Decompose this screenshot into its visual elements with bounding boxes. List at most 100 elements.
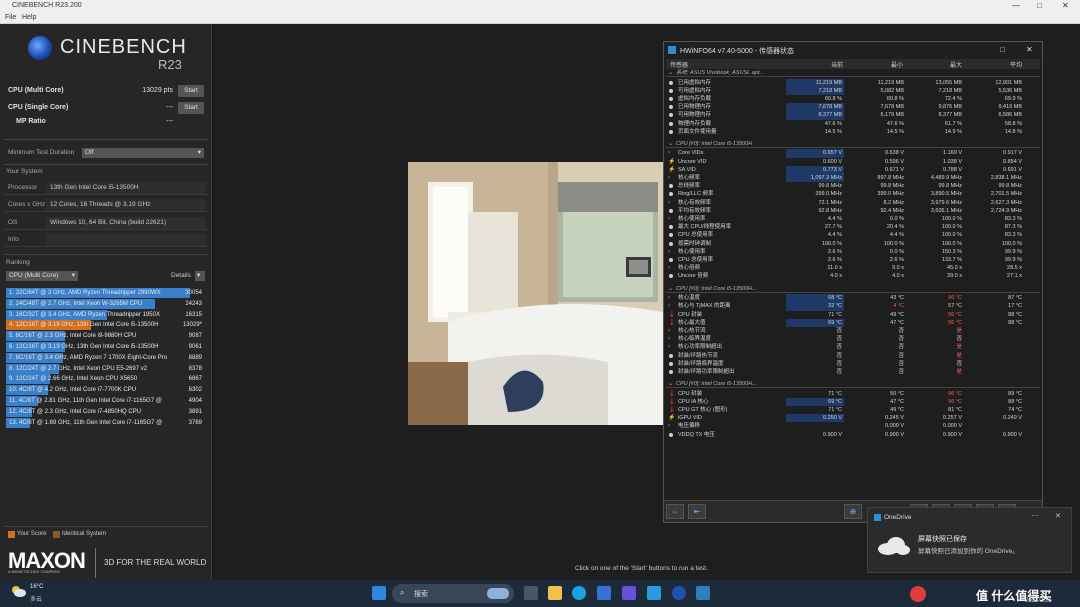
sensor-row[interactable]: 🌡 CPU IA 核心 69 °C 47 °C 96 °C 88 °C [666,397,1040,406]
sensor-row[interactable]: › 核心热节流 否 否 是 [666,327,1040,335]
sensor-row[interactable]: Ring/LLC 频率 399.0 MHz 399.0 MHz 3,890.5 MHz… [666,190,1040,198]
sensor-row[interactable]: 封装/环路热节流 否 否 是 [666,352,1040,360]
sensor-row[interactable]: 物理内存负载 47.6 % 47.6 % 61.7 % 58.8 % [666,120,1040,128]
sensor-row[interactable]: › 电压偏移 0.000 V 0.000 V [666,422,1040,430]
chevron-right-icon[interactable]: › [668,335,670,343]
app-icon[interactable] [622,586,636,600]
sensor-row[interactable]: 封装/环路临界温度 否 否 否 [666,360,1040,368]
sensor-row[interactable]: ⚡ SA VID 0.773 V 0.671 V 0.788 V 0.691 V [666,165,1040,174]
sensor-row[interactable]: › 核心功率限制超出 否 否 是 [666,343,1040,351]
chevron-right-icon[interactable]: › [668,302,670,310]
multi-core-start-button[interactable]: Start [178,85,204,97]
chevron-down-icon[interactable]: ⌄ [668,285,673,293]
cinebench-taskbar-icon[interactable] [672,586,686,600]
sensor-row[interactable]: 按需时钟调制 100.0 % 100.0 % 100.0 % 100.0 % [666,240,1040,248]
info-field[interactable] [46,234,206,246]
details-dropdown[interactable]: ▾ [195,271,205,281]
sensor-row[interactable]: ⚡ iGPU VID 0.250 V 0.245 V 0.257 V 0.249 V [666,414,1040,423]
ranking-row[interactable]: 5. 8C/16T @ 2.3 GHz, Intel Core i9-9880H… [6,331,204,342]
single-core-start-button[interactable]: Start [178,102,204,114]
col-max[interactable]: 最大 [950,60,962,69]
min-test-select[interactable]: Off ▾ [82,148,204,158]
sensor-row[interactable]: 已用虚拟内存 11,219 MB 11,219 MB 13,055 MB 12,001 … [666,78,1040,87]
taskbar-search[interactable]: ⌕ 搜索 [392,584,514,603]
sensor-row[interactable]: CPU 总使用率 2.6 % 2.6 % 133.7 % 99.9 % [666,256,1040,264]
menu-file[interactable]: File [5,14,16,21]
minimize-button[interactable]: — [1012,1,1020,10]
ranking-row[interactable]: 4. 12C/16T @ 3.19 GHz, 13th Gen Intel Co… [6,320,204,331]
ranking-row[interactable]: 9. 12C/24T @ 2.66 GHz, Intel Xeon CPU X5… [6,374,204,385]
sensor-row[interactable]: › Core VIDs 0.657 V 0.638 V 1.169 V 0.917 V [666,149,1040,158]
notification-close-icon[interactable]: ✕ [1055,512,1061,520]
edge-browser-icon[interactable] [572,586,586,600]
sensor-row[interactable]: › 核心使用率 2.6 % 0.0 % 150.3 % 99.9 % [666,248,1040,256]
sensor-row[interactable]: 页面文件使用量 14.5 % 14.5 % 14.9 % 14.8 % [666,128,1040,136]
sensor-row[interactable]: 封装/环路功率限制超出 否 否 是 [666,368,1040,376]
sensor-row[interactable]: 平均有效频率 92.8 MHz 92.4 MHz 3,605.1 MHz 2,724.9… [666,207,1040,215]
sensor-row[interactable]: 总线频率 99.8 MHz 99.8 MHz 99.8 MHz 99.8 MHz [666,182,1040,190]
chevron-right-icon[interactable]: › [668,422,670,430]
ranking-row[interactable]: 3. 16C/32T @ 3.4 GHz, AMD Ryzen Threadri… [6,309,204,320]
store-icon[interactable] [597,586,611,600]
onedrive-notification[interactable]: OneDrive ··· ✕ 屏幕快照已保存 屏幕快照已添加到你的 OneDri… [867,507,1072,573]
weather-cloudy-icon[interactable] [10,585,26,597]
sensor-row[interactable]: 🌡 CPU 封装 71 °C 50 °C 96 °C 89 °C [666,390,1040,398]
sensor-row[interactable]: › 核心有效频率 72.1 MHz 8.2 MHz 3,979.6 MHz 2,627.3… [666,199,1040,207]
chevron-right-icon[interactable]: › [668,174,670,182]
ranking-row[interactable]: 13. 4C/8T @ 1.69 GHz, 11th Gen Intel Cor… [6,417,204,428]
sensor-row[interactable]: 可用虚拟内存 7,218 MB 5,082 MB 7,218 MB 5,536 MB [666,86,1040,95]
sensor-row[interactable]: Uncore 倍频 4.0 x 4.0 x 39.0 x 27.1 x [666,272,1040,280]
ranking-row[interactable]: 8. 12C/24T @ 2.7 GHz, Intel Xeon CPU E5-… [6,363,204,374]
sensor-row[interactable]: 最大 CPU/线程使用率 27.7 % 20.4 % 100.0 % 87.3 % [666,223,1040,231]
col-current[interactable]: 当前 [831,60,843,69]
task-view-icon[interactable] [524,586,538,600]
ranking-row[interactable]: 2. 24C/48T @ 2.7 GHz, Intel Xeon W-3265M… [6,298,204,309]
more-options-icon[interactable]: ··· [1031,511,1039,520]
chevron-right-icon[interactable]: › [668,294,670,302]
chevron-right-icon[interactable]: › [668,149,670,157]
sensor-row[interactable]: 🌡 CPU GT 核心 (图形) 71 °C 49 °C 81 °C 74 °C [666,406,1040,414]
chevron-right-icon[interactable]: › [668,343,670,351]
sensor-row[interactable]: › 核心倍频 11.0 x 9.0 x 45.0 x 28.5 x [666,264,1040,272]
network-icon[interactable]: ⊕ [844,504,862,519]
sensor-row[interactable]: › 核心临界温度 否 否 否 [666,335,1040,343]
sensor-row[interactable]: › 核心温度 68 °C 43 °C 96 °C 87 °C [666,294,1040,303]
chevron-right-icon[interactable]: › [668,215,670,223]
sensor-row[interactable]: › 核心使用率 4.4 % 0.0 % 100.0 % 83.3 % [666,215,1040,223]
sensor-group[interactable]: ⌄ 系统: ASUS Vivobook_ASUSL apt... [666,69,1040,78]
file-explorer-icon[interactable] [548,586,562,600]
sensor-row[interactable]: 虚拟内存负载 60.8 % 60.8 % 72.4 % 69.9 % [666,95,1040,103]
hwinfo-maximize-button[interactable]: □ [1000,45,1005,54]
ranking-row[interactable]: 1. 32C/64T @ 3 GHz, AMD Ryzen Threadripp… [6,288,204,298]
sensor-group[interactable]: ⌄ CPU [#0]: Intel Core i5-13500H... [666,380,1040,389]
chevron-down-icon[interactable]: ⌄ [668,380,673,388]
close-button[interactable]: ✕ [1062,1,1069,10]
chevron-right-icon[interactable]: › [668,248,670,256]
hwinfo-close-button[interactable]: ✕ [1026,45,1033,54]
sensor-group[interactable]: ⌄ CPU [#0]: Intel Core i5-13500H [666,140,1040,149]
menu-help[interactable]: Help [22,14,36,21]
sensor-row[interactable]: 🌡 核心最大值 69 °C 47 °C 96 °C 88 °C [666,318,1040,327]
col-sensor[interactable]: 传感器 [670,60,688,69]
chevron-down-icon[interactable]: ⌄ [668,69,673,77]
details-label[interactable]: Details [171,272,191,279]
sensor-row[interactable]: VDDQ TX 电压 0.900 V 0.900 V 0.900 V 0.900 V [666,431,1040,439]
sensor-row[interactable]: 🌡 CPU 封装 71 °C 49 °C 96 °C 88 °C [666,311,1040,319]
ranking-row[interactable]: 10. 4C/8T @ 4.2 GHz, Intel Core i7-7700K… [6,385,204,396]
hwinfo-sensor-list[interactable]: ⌄ 系统: ASUS Vivobook_ASUSL apt... 已用虚拟内存 11,… [666,69,1040,499]
sensor-row[interactable]: ⚡ Uncore VID 0.600 V 0.596 V 1.038 V 0.854 V [666,158,1040,166]
sensor-group[interactable]: ⌄ CPU [#0]: Intel Core i5-13500H... [666,285,1040,293]
start-menu-icon[interactable] [372,586,386,600]
chevron-right-icon[interactable]: › [668,199,670,207]
ranking-select[interactable]: CPU (Multi Core) ▾ [6,271,78,281]
sensor-row[interactable]: 可用物理内存 8,377 MB 6,179 MB 8,377 MB 6,586 MB [666,111,1040,120]
hwinfo-taskbar-icon[interactable] [696,586,710,600]
collapse-arrows-icon[interactable]: ⇤ [688,504,706,519]
col-avg[interactable]: 平均 [1010,60,1022,69]
chevron-right-icon[interactable]: › [668,327,670,335]
sensor-row[interactable]: CPU 总使用率 4.4 % 4.4 % 100.0 % 83.3 % [666,231,1040,239]
sensor-row[interactable]: 已用物理内存 7,678 MB 7,678 MB 9,876 MB 9,419 MB [666,103,1040,112]
ranking-row[interactable]: 12. 4C/8T @ 2.3 GHz, Intel Core i7-4850H… [6,406,204,417]
expand-arrows-icon[interactable]: ⇔ [666,504,684,519]
maximize-button[interactable]: □ [1037,1,1042,10]
